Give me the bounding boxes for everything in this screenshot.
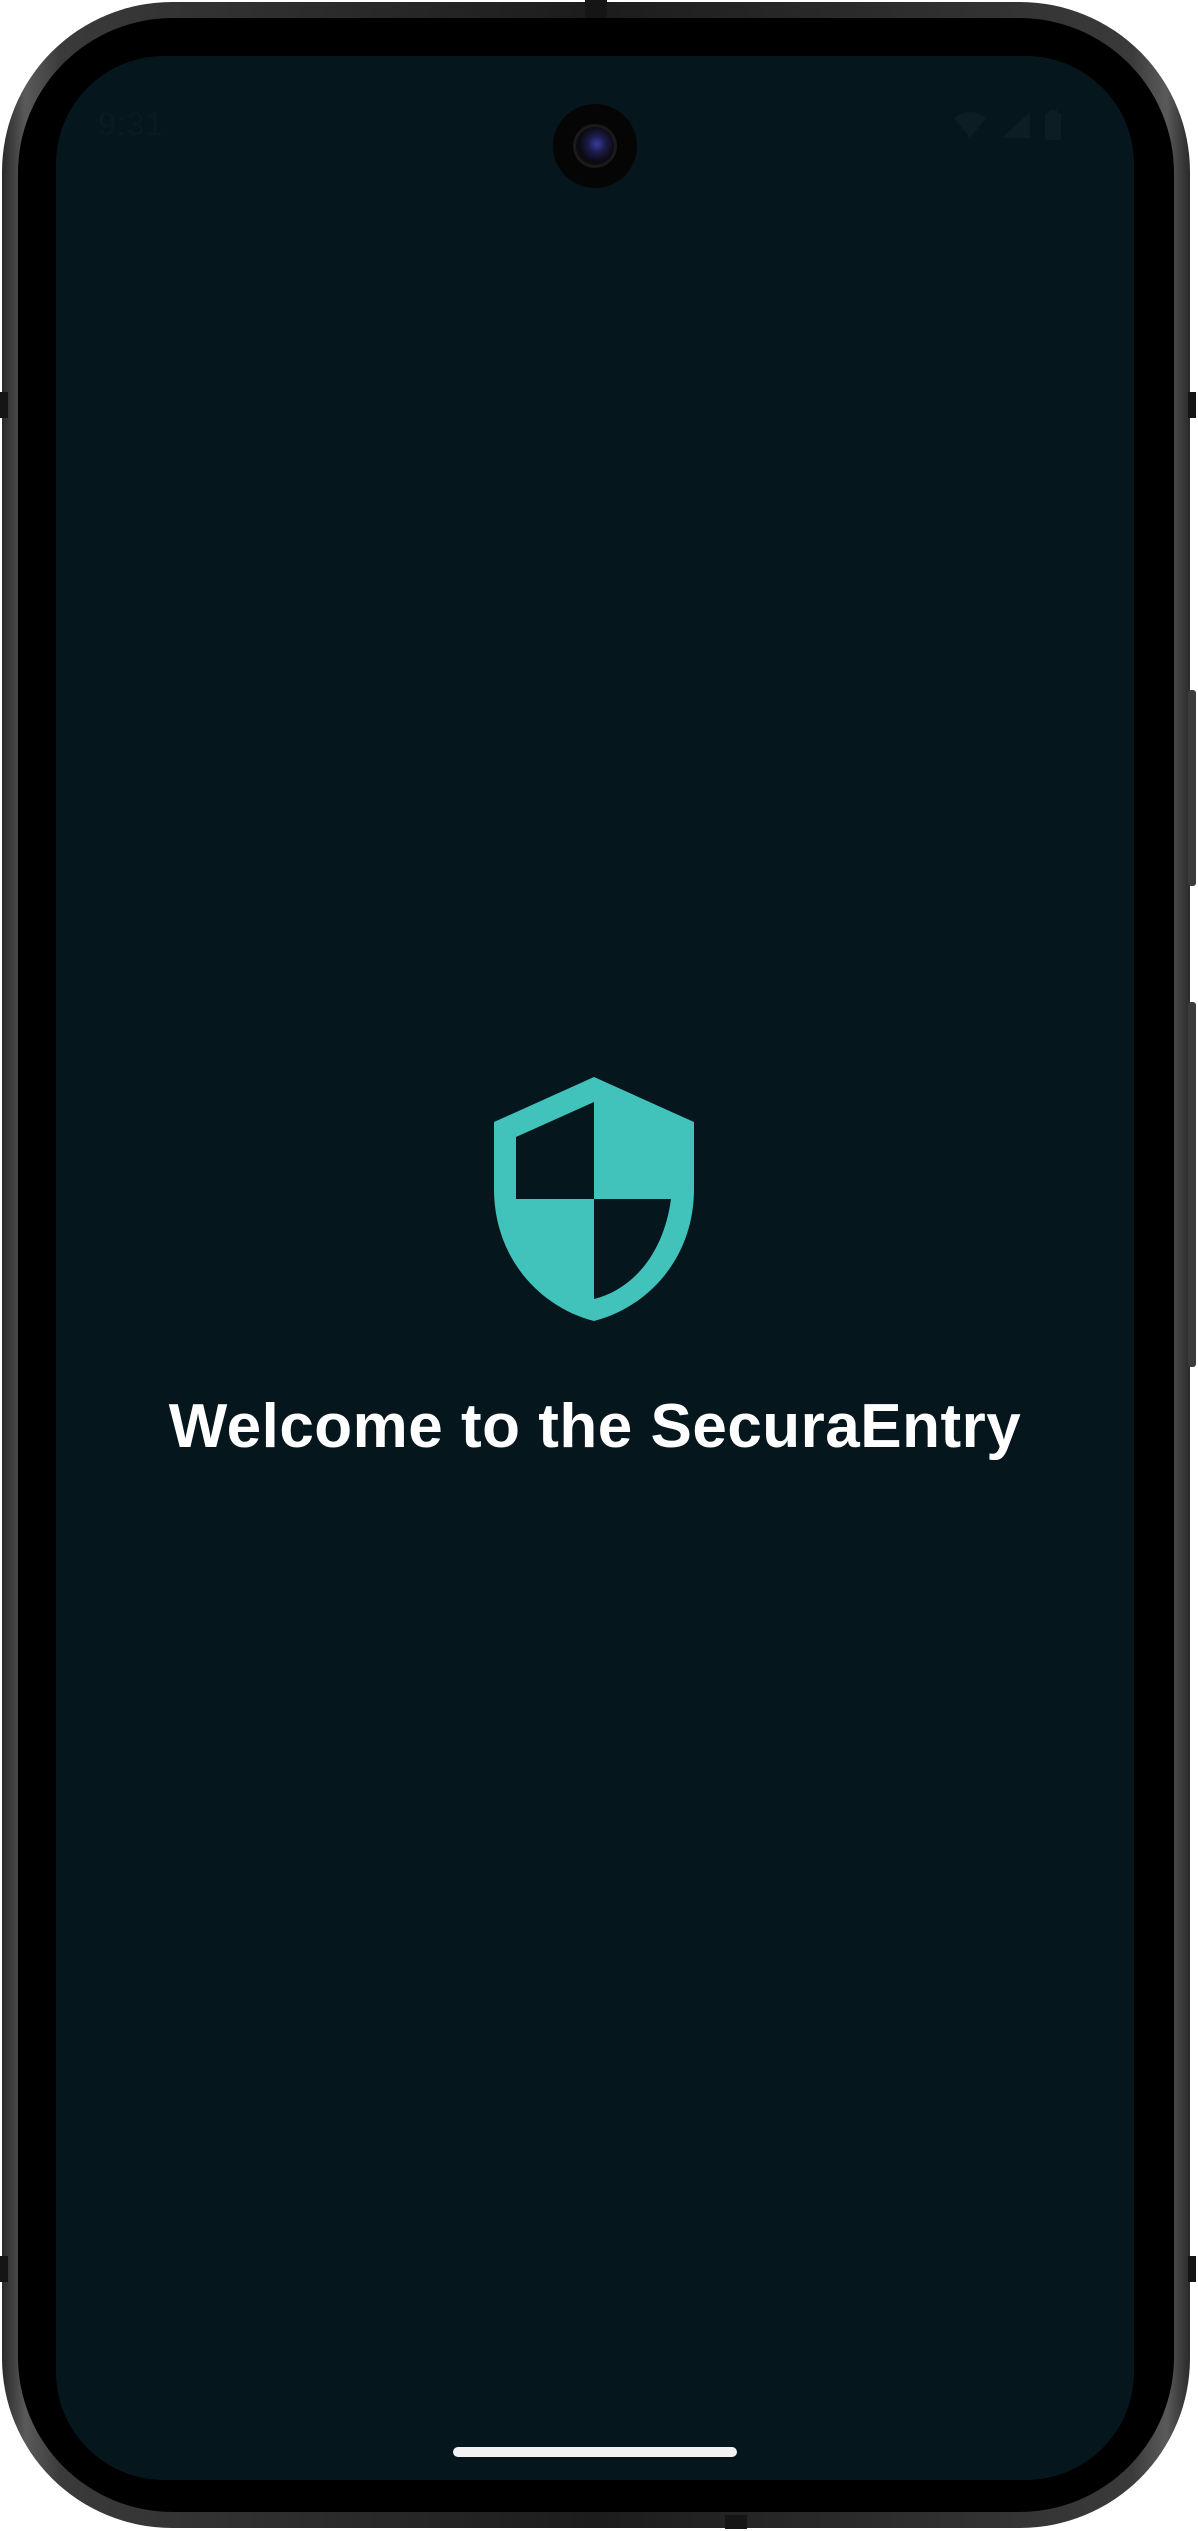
status-icons	[952, 110, 1062, 140]
wifi-icon	[954, 112, 986, 138]
antenna-line-bottom	[725, 2515, 747, 2529]
home-indicator[interactable]	[453, 2447, 737, 2457]
welcome-title: Welcome to the SecuraEntry	[168, 1392, 1022, 1461]
app-screen: 9:31 Welcome to the SecuraEntry	[56, 56, 1134, 2480]
volume-button	[1188, 1002, 1196, 1367]
status-time: 9:31	[98, 106, 165, 142]
antenna-line-top	[585, 0, 607, 18]
shield-icon	[494, 1077, 694, 1321]
power-button	[1188, 690, 1196, 886]
antenna-line-left-top	[0, 392, 8, 418]
antenna-line-right-top	[1188, 392, 1196, 418]
camera-lens	[573, 124, 617, 168]
front-camera	[553, 104, 637, 188]
antenna-line-left-bottom	[0, 2256, 8, 2282]
battery-icon	[1045, 110, 1061, 140]
device-stage: 9:31 Welcome to the SecuraEntry	[0, 0, 1198, 2531]
antenna-line-right-bottom	[1188, 2256, 1196, 2282]
signal-icon	[1002, 112, 1030, 138]
